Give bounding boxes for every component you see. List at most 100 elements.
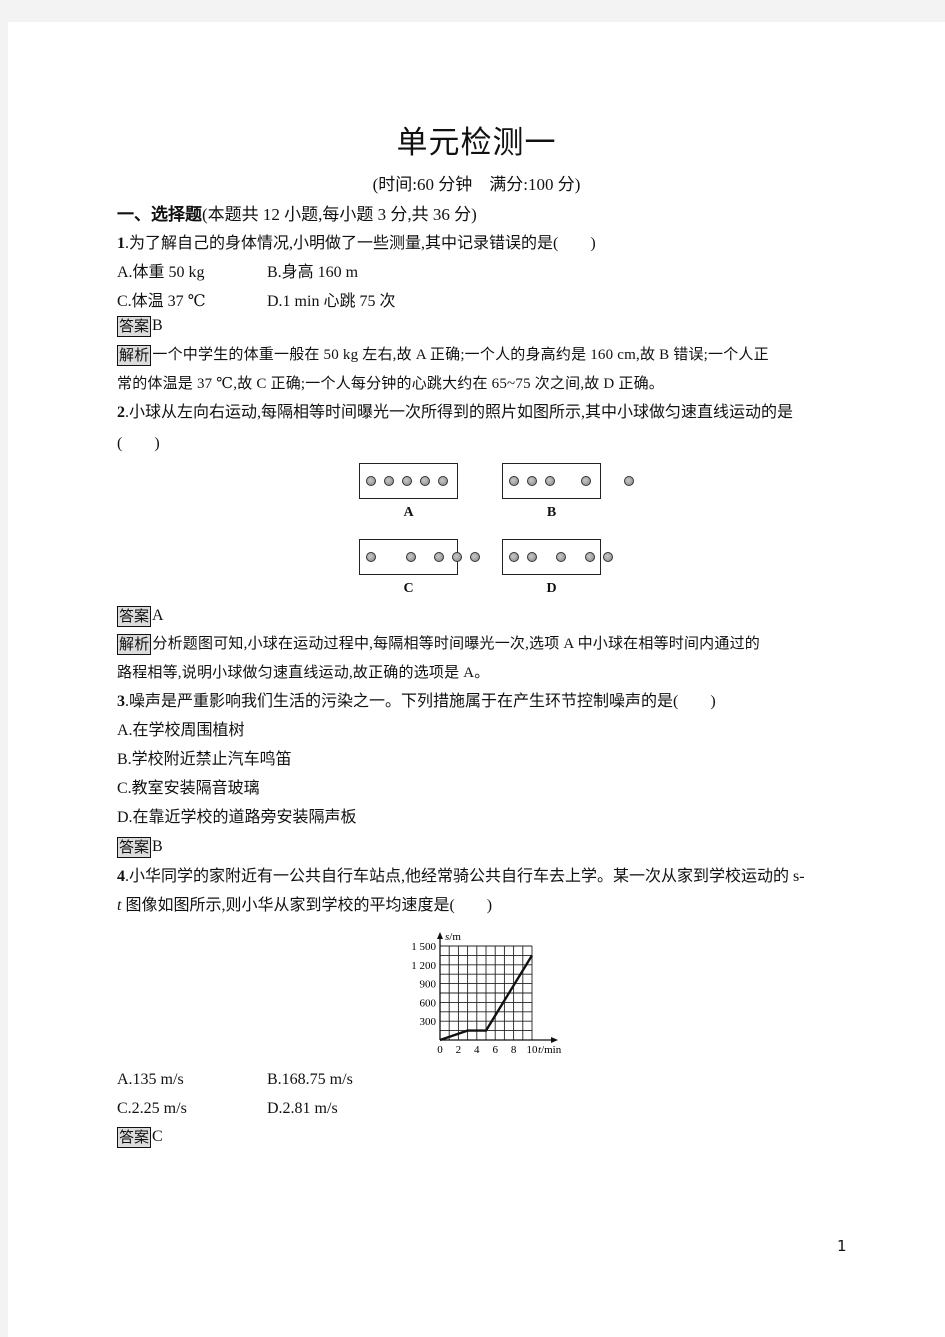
question-text: .小华同学的家附近有一公共自行车站点,他经常骑公共自行车去上学。某一次从家到学校… (125, 868, 805, 885)
st-graph-svg: 0 2 4 6 8 10 300 600 900 1 200 1 500 s/m t/min (411, 931, 562, 1056)
ball-photo-label: A (403, 505, 414, 520)
q2-text-cont: ( ) (117, 435, 160, 452)
q1-explanation-cont: 常的体温是 37 ℃,故 C 正确;一个人每分钟的心跳大约在 65~75 次之间… (117, 376, 665, 392)
ball-motion-figure: A B C D (353, 456, 635, 606)
ball-photo-label: B (546, 505, 557, 520)
ball (509, 476, 519, 486)
q2-explanation-cont: 路程相等,说明小球做匀速直线运动,故正确的选项是 A。 (117, 665, 490, 681)
question-4: 4.小华同学的家附近有一公共自行车站点,他经常骑公共自行车去上学。某一次从家到学… (117, 867, 805, 887)
answer-tag: 答案 (117, 606, 152, 627)
answer-value: B (152, 317, 163, 334)
question-text: .噪声是严重影响我们生活的污染之一。下列措施属于在产生环节控制噪声的是( ) (125, 693, 716, 710)
answer-tag: 答案 (117, 316, 152, 337)
explanation-text: 一个中学生的体重一般在 50 kg 左右,故 A 正确;一个人的身高约是 160… (152, 347, 769, 363)
q1-option-b: B.身高 160 m (267, 264, 359, 281)
question-text: .小球从左向右运动,每隔相等时间曝光一次所得到的照片如图所示,其中小球做匀速直线… (125, 404, 794, 421)
x-tick-label: 2 (456, 1044, 462, 1056)
question-3: 3.噪声是严重影响我们生活的污染之一。下列措施属于在产生环节控制噪声的是( ) (117, 692, 716, 712)
q4-text-cont: t 图像如图所示,则小华从家到学校的平均速度是( ) (117, 896, 492, 916)
document-page: 单元检测一 (时间:60 分钟 满分:100 分) 一、选择题(本题共 12 小… (8, 22, 945, 1337)
y-tick-label: 1 200 (411, 960, 436, 972)
y-tick-label: 300 (420, 1016, 437, 1028)
q1-explanation: 解析 一个中学生的体重一般在 50 kg 左右,故 A 正确;一个人的身高约是 1… (117, 345, 769, 366)
y-axis-label: s/m (445, 931, 461, 943)
q1-option-d: D.1 min 心跳 75 次 (267, 293, 396, 310)
x-tick-label: 10 (527, 1044, 539, 1056)
q2-explanation: 解析 分析题图可知,小球在运动过程中,每隔相等时间曝光一次,选项 A 中小球在相等… (117, 634, 760, 655)
q1-answer: 答案 B (117, 316, 163, 337)
ball (420, 476, 430, 486)
x-tick-label: 6 (492, 1044, 498, 1056)
ball-photo-b (502, 463, 635, 499)
ball (434, 552, 445, 562)
question-text: .为了解自己的身体情况,小明做了一些测量,其中记录错误的是( ) (125, 235, 596, 252)
question-number: 3 (117, 693, 125, 710)
x-tick-label: 4 (474, 1044, 480, 1056)
q4-option-a: A.135 m/s (117, 1071, 184, 1088)
x-tick-label: 8 (511, 1044, 517, 1056)
q1-option-a: A.体重 50 kg (117, 264, 205, 281)
section-title: 一、选择题 (117, 205, 202, 225)
section-note: (本题共 12 小题,每小题 3 分,共 36 分) (202, 205, 477, 224)
ball (602, 552, 613, 562)
ball (545, 476, 555, 486)
ball (584, 552, 595, 562)
ball (366, 476, 376, 486)
q4-option-c: C.2.25 m/s (117, 1100, 187, 1117)
q3-option-b: B.学校附近禁止汽车鸣笛 (117, 751, 292, 768)
ball-photo-a (359, 463, 458, 499)
exam-info: (时间:60 分钟 满分:100 分) (372, 175, 581, 194)
ball (527, 476, 537, 486)
explain-tag: 解析 (117, 634, 152, 655)
st-graph: 0 2 4 6 8 10 300 600 900 1 200 1 500 s/m t/min (390, 927, 570, 1062)
ball (527, 552, 537, 562)
ball (624, 476, 635, 486)
ball (555, 552, 566, 562)
y-tick-label: 600 (420, 997, 437, 1009)
ball (470, 552, 481, 562)
answer-value: B (152, 838, 163, 855)
ball-photo-d (502, 539, 613, 575)
ball (452, 552, 463, 562)
x-axis-arrow-icon (551, 1037, 558, 1043)
question-1: 1.为了解自己的身体情况,小明做了一些测量,其中记录错误的是( ) (117, 234, 596, 254)
ball-photo-label: D (546, 581, 557, 596)
x-tick-label: 0 (437, 1044, 443, 1056)
q3-option-d: D.在靠近学校的道路旁安装隔声板 (117, 809, 357, 826)
section-heading: 一、选择题(本题共 12 小题,每小题 3 分,共 36 分) (117, 200, 477, 225)
ball (402, 476, 412, 486)
ball-photo-label: C (403, 581, 414, 596)
question-text-cont: 图像如图所示,则小华从家到学校的平均速度是( ) (121, 897, 493, 914)
explanation-text: 分析题图可知,小球在运动过程中,每隔相等时间曝光一次,选项 A 中小球在相等时间… (152, 636, 760, 652)
q4-answer: 答案 C (117, 1127, 163, 1148)
y-tick-label: 900 (420, 979, 437, 991)
x-axis-label: t/min (538, 1044, 562, 1056)
y-axis-arrow-icon (437, 932, 443, 939)
ball (438, 476, 448, 486)
question-number: 4 (117, 868, 125, 885)
ball (405, 552, 416, 562)
ball (581, 476, 591, 486)
ball (509, 552, 519, 562)
ball (366, 552, 376, 562)
question-number: 2 (117, 404, 125, 421)
question-2: 2.小球从左向右运动,每隔相等时间曝光一次所得到的照片如图所示,其中小球做匀速直… (117, 403, 793, 423)
ball-photo-c (359, 539, 481, 575)
q3-option-c: C.教室安装隔音玻璃 (117, 780, 260, 797)
answer-tag: 答案 (117, 1127, 152, 1148)
q3-option-a: A.在学校周围植树 (117, 722, 245, 739)
question-number: 1 (117, 235, 125, 252)
page-title: 单元检测一 (396, 125, 557, 161)
answer-value: C (152, 1128, 163, 1145)
q2-answer: 答案 A (117, 606, 164, 627)
q3-answer: 答案 B (117, 837, 163, 858)
ball (384, 476, 394, 486)
q4-option-b: B.168.75 m/s (267, 1071, 353, 1088)
y-tick-label: 1 500 (411, 941, 436, 953)
explain-tag: 解析 (117, 345, 152, 366)
answer-value: A (152, 607, 164, 624)
q4-option-d: D.2.81 m/s (267, 1100, 338, 1117)
page-number: 1 (837, 1237, 847, 1255)
answer-tag: 答案 (117, 837, 152, 858)
q1-option-c: C.体温 37 ℃ (117, 293, 206, 310)
